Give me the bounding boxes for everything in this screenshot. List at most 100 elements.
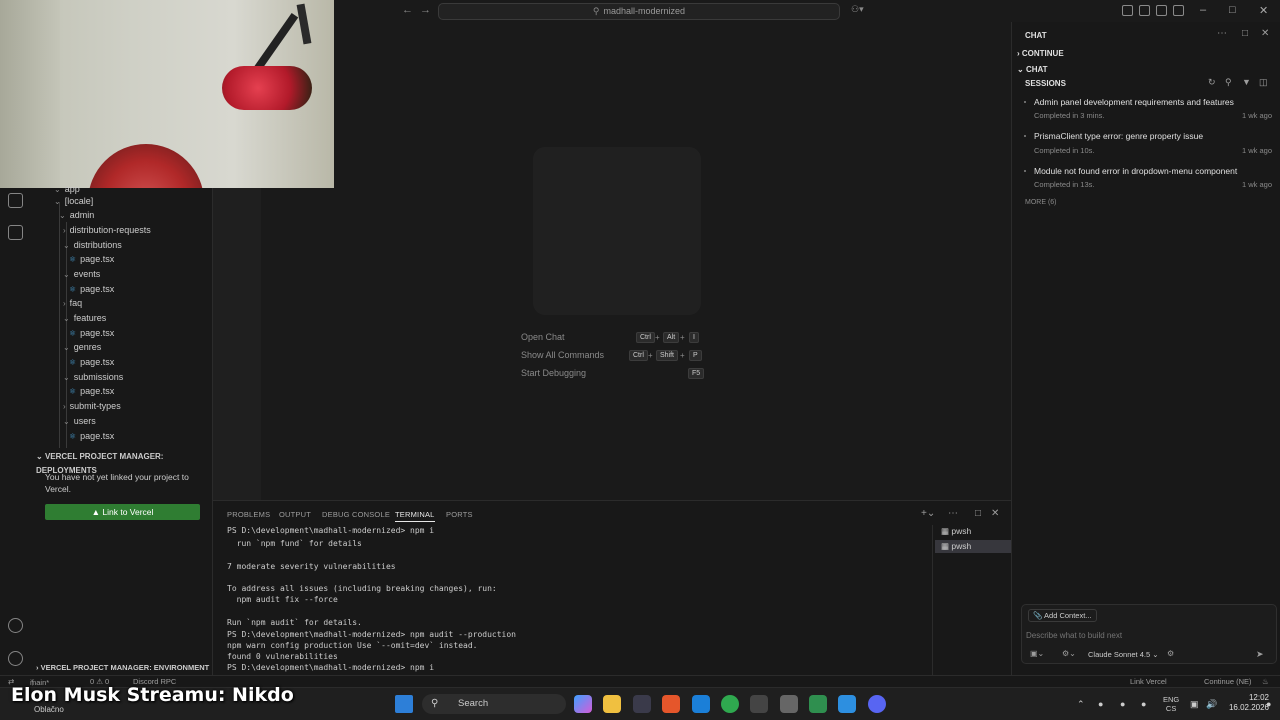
tree-folder-users[interactable]: ⌄ users — [63, 414, 96, 428]
vscode-app-icon[interactable] — [838, 695, 856, 713]
tree-folder-faq[interactable]: › faq — [63, 296, 82, 310]
clock[interactable]: 12:02 16.02.2026 — [1219, 693, 1269, 713]
tree-file-page[interactable]: ⚛ page.tsx — [69, 384, 114, 398]
tray-icon[interactable]: ● — [1120, 699, 1125, 709]
language-indicator[interactable]: ENG CS — [1163, 695, 1179, 713]
close-window-icon[interactable]: ✕ — [1259, 4, 1268, 17]
tab-debug-console[interactable]: DEBUG CONSOLE — [322, 510, 390, 519]
tab-terminal[interactable]: TERMINAL — [395, 510, 435, 522]
more-actions-icon[interactable]: ⋯ — [948, 508, 958, 519]
start-icon[interactable] — [395, 695, 413, 713]
copilot-icon[interactable]: ⚇▾ — [851, 4, 864, 15]
tree-folder-distributions[interactable]: ⌄ distributions — [63, 238, 122, 252]
continue-status[interactable]: Continue (NE) — [1204, 677, 1252, 686]
back-arrow-icon[interactable]: ← — [402, 4, 413, 16]
stream-overlay-text: Elon Musk Streamu: Nikdo — [11, 684, 294, 706]
tree-file-page[interactable]: ⚛ page.tsx — [69, 429, 114, 443]
network-icon[interactable]: ▣ — [1190, 699, 1199, 710]
terminal-icon: ▦ — [941, 526, 952, 536]
bottom-panel: PROBLEMS OUTPUT DEBUG CONSOLE TERMINAL P… — [213, 500, 1012, 675]
bluetooth-icon[interactable]: ● — [1141, 699, 1146, 709]
tree-folder-features[interactable]: ⌄ features — [63, 311, 106, 325]
tab-output[interactable]: OUTPUT — [279, 510, 311, 519]
vercel-deployments-header[interactable]: ⌄ VERCEL PROJECT MANAGER: DEPLOYMENTS — [32, 450, 213, 475]
spotify-icon[interactable] — [721, 695, 739, 713]
vercel-environment-header[interactable]: › VERCEL PROJECT MANAGER: ENVIRONMENT ..… — [32, 661, 213, 685]
tree-file-page[interactable]: ⚛ page.tsx — [69, 326, 114, 340]
tab-ports[interactable]: PORTS — [446, 510, 473, 519]
maximize-icon[interactable]: □ — [1229, 4, 1236, 16]
discord-tray-icon[interactable]: ● — [1098, 699, 1103, 709]
terminal-item-pwsh[interactable]: ▦ pwsh — [935, 540, 1012, 553]
tree-file-page[interactable]: ⚛ page.tsx — [69, 252, 114, 266]
tree-folder-genres[interactable]: ⌄ genres — [63, 340, 101, 354]
terminal-line: run `npm fund` for details — [227, 539, 362, 548]
file-explorer-icon[interactable] — [603, 695, 621, 713]
tools-icon[interactable]: ⚙⌄ — [1062, 649, 1076, 658]
bell-icon[interactable]: ♨ — [1262, 677, 1269, 686]
github-desktop-icon[interactable] — [750, 695, 768, 713]
search-icon: ⚲ — [431, 698, 439, 709]
taskbar-search[interactable]: ⚲ Search — [422, 694, 566, 714]
toggle-secondary-sidebar-icon[interactable] — [1173, 5, 1184, 16]
search-icon[interactable]: ⚲ — [1225, 77, 1232, 88]
explorer-icon[interactable] — [8, 193, 23, 208]
notification-icon[interactable]: ● — [1266, 699, 1271, 709]
tree-folder-admin[interactable]: ⌄ admin — [59, 208, 94, 222]
hint-show-all-commands: Show All Commands — [521, 350, 605, 360]
account-icon[interactable] — [8, 618, 23, 633]
tab-problems[interactable]: PROBLEMS — [227, 510, 270, 519]
new-terminal-icon[interactable]: +⌄ — [921, 508, 935, 519]
layout-icon[interactable]: ◫ — [1259, 77, 1268, 88]
outlook-icon[interactable] — [692, 695, 710, 713]
link-vercel-status[interactable]: Link Vercel — [1130, 677, 1167, 686]
maximize-icon[interactable]: □ — [1242, 28, 1248, 39]
agent-mode-icon[interactable]: ▣⌄ — [1030, 649, 1044, 658]
store-icon[interactable] — [633, 695, 651, 713]
filter-icon[interactable]: ▼ — [1242, 77, 1251, 87]
tree-folder-distribution-requests[interactable]: › distribution-requests — [63, 223, 151, 237]
settings-app-icon[interactable] — [780, 695, 798, 713]
send-icon[interactable]: ➤ — [1256, 649, 1264, 660]
extensions-icon[interactable] — [8, 225, 23, 240]
chevron-up-icon[interactable]: ⌃ — [1077, 699, 1085, 710]
discord-app-icon[interactable] — [868, 695, 886, 713]
model-picker[interactable]: Claude Sonnet 4.5 ⌄ — [1088, 650, 1159, 659]
layout-customize-icon[interactable] — [1122, 5, 1133, 16]
weather-widget[interactable]: Oblačno — [34, 705, 64, 714]
terminal-line: PS D:\development\madhall-modernized> np… — [227, 526, 435, 535]
minimize-icon[interactable]: – — [1200, 4, 1206, 16]
forward-arrow-icon[interactable]: → — [420, 4, 431, 16]
more-sessions-link[interactable]: MORE (6) — [1025, 199, 1057, 206]
toggle-primary-sidebar-icon[interactable] — [1139, 5, 1150, 16]
copilot-app-icon[interactable] — [574, 695, 592, 713]
chat-section[interactable]: ⌄ CHAT — [1017, 65, 1048, 74]
session-title[interactable]: Admin panel development requirements and… — [1034, 97, 1234, 107]
more-actions-icon[interactable]: ⋯ — [1217, 28, 1227, 39]
chat-input[interactable] — [1026, 631, 1266, 640]
tree-folder-locale[interactable]: ⌄ [locale] — [54, 194, 93, 208]
maximize-panel-icon[interactable]: □ — [975, 508, 981, 519]
close-panel-icon[interactable]: ✕ — [991, 508, 999, 519]
link-to-vercel-button[interactable]: ▲ Link to Vercel — [45, 504, 200, 520]
add-context-button[interactable]: 📎 Add Context... — [1028, 609, 1097, 622]
tree-folder-submit-types[interactable]: › submit-types — [63, 399, 121, 413]
tree-folder-submissions[interactable]: ⌄ submissions — [63, 370, 123, 384]
session-title[interactable]: PrismaClient type error: genre property … — [1034, 131, 1203, 141]
refresh-icon[interactable]: ↻ — [1208, 77, 1216, 88]
brave-browser-icon[interactable] — [662, 695, 680, 713]
tools-config-icon[interactable]: ⚙ — [1167, 649, 1174, 658]
volume-icon[interactable]: 🔊 — [1206, 699, 1217, 710]
command-center-search[interactable]: ⚲ madhall-modernized — [438, 3, 840, 20]
terminal-app-icon[interactable] — [809, 695, 827, 713]
settings-gear-icon[interactable] — [8, 651, 23, 666]
terminal-item-pwsh[interactable]: ▦ pwsh — [935, 525, 1012, 538]
toggle-panel-icon[interactable] — [1156, 5, 1167, 16]
tree-file-page[interactable]: ⚛ page.tsx — [69, 282, 114, 296]
continue-section[interactable]: › CONTINUE — [1017, 49, 1064, 58]
close-icon[interactable]: ✕ — [1261, 28, 1269, 39]
session-title[interactable]: Module not found error in dropdown-menu … — [1034, 166, 1237, 176]
tree-file-page[interactable]: ⚛ page.tsx — [69, 355, 114, 369]
search-icon: ⚲ — [592, 6, 600, 16]
tree-folder-events[interactable]: ⌄ events — [63, 267, 100, 281]
